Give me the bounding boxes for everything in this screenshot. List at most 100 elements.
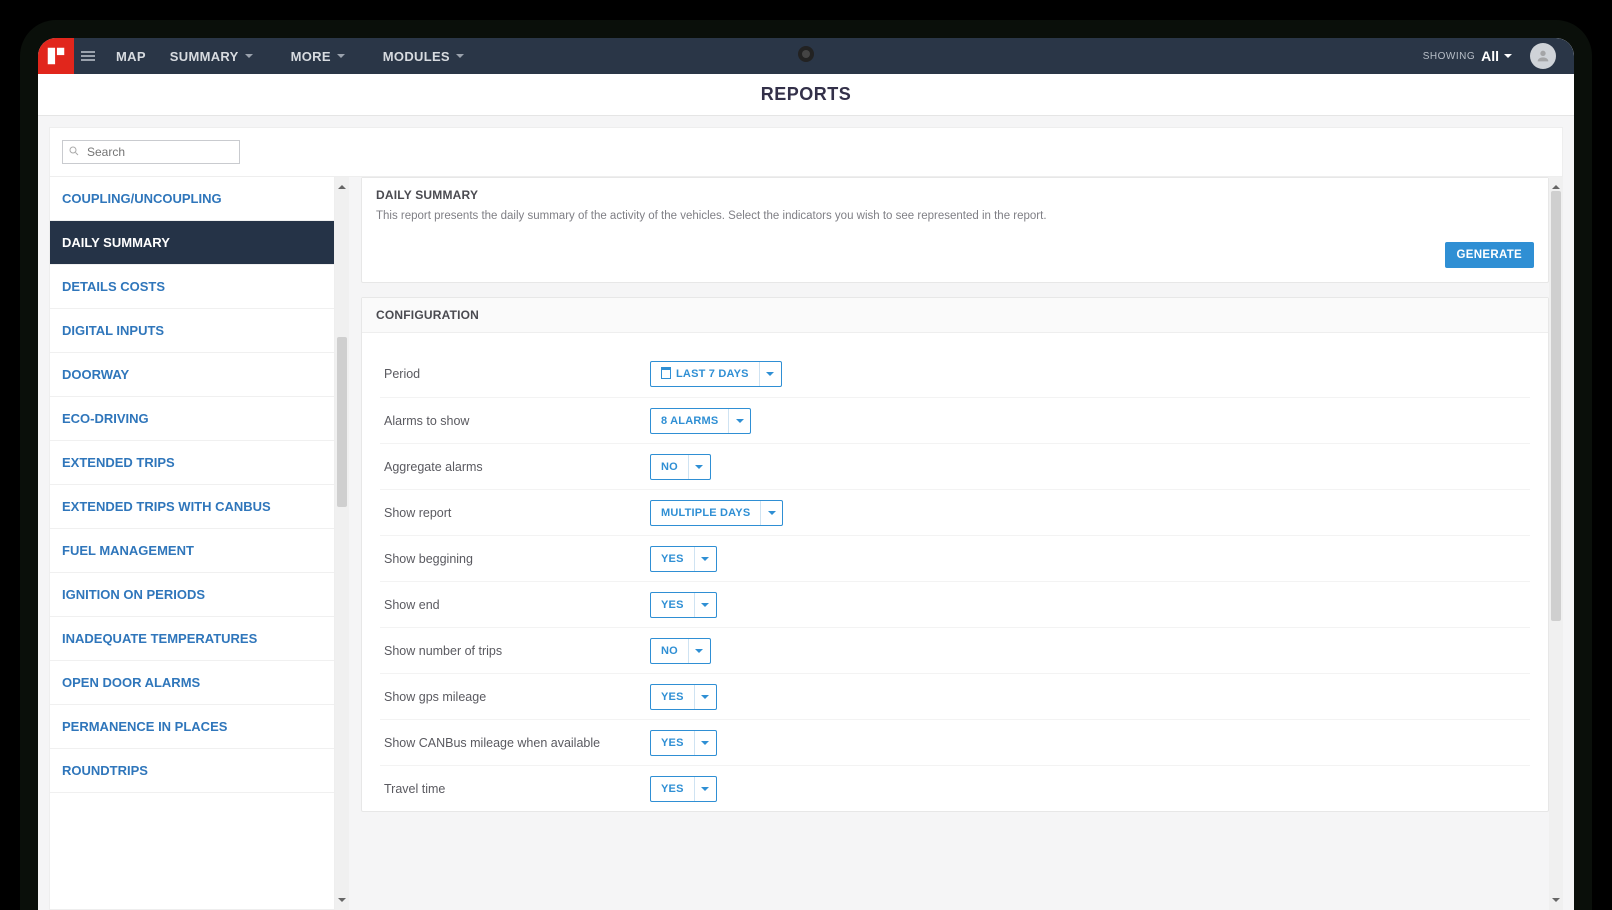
search-box (62, 140, 240, 164)
chevron-down-icon (688, 455, 710, 479)
sidebar-item[interactable]: EXTENDED TRIPS WITH CANBUS (50, 485, 334, 529)
device-camera (798, 46, 814, 62)
scroll-down-icon (1552, 898, 1560, 906)
user-avatar[interactable] (1530, 43, 1556, 69)
config-dropdown[interactable]: NO (650, 638, 711, 664)
showing-value: All (1481, 48, 1499, 64)
config-label: Travel time (380, 782, 650, 796)
sidebar-item[interactable]: IGNITION ON PERIODS (50, 573, 334, 617)
chevron-down-icon (694, 593, 716, 617)
sidebar-item[interactable]: DIGITAL INPUTS (50, 309, 334, 353)
config-label: Show report (380, 506, 650, 520)
dropdown-value: MULTIPLE DAYS (651, 507, 760, 519)
config-label: Period (380, 367, 650, 381)
nav-summary-label: SUMMARY (170, 49, 239, 64)
sidebar-item[interactable]: COUPLING/UNCOUPLING (50, 177, 334, 221)
scrollbar-thumb[interactable] (1551, 191, 1561, 621)
chevron-down-icon (245, 54, 253, 62)
config-dropdown[interactable]: YES (650, 592, 717, 618)
config-dropdown[interactable]: NO (650, 454, 711, 480)
scroll-down-icon (338, 898, 346, 906)
config-label: Show beggining (380, 552, 650, 566)
dropdown-value: YES (651, 737, 694, 749)
summary-title: DAILY SUMMARY (376, 188, 1534, 202)
dropdown-value: NO (651, 461, 688, 473)
config-dropdown[interactable]: YES (650, 776, 717, 802)
search-icon (68, 145, 80, 157)
chevron-down-icon (694, 731, 716, 755)
hamburger-icon (81, 55, 95, 57)
nav-summary[interactable]: SUMMARY (170, 49, 253, 64)
showing-label: SHOWING (1423, 51, 1475, 62)
config-label: Show number of trips (380, 644, 650, 658)
main-scrollbar[interactable] (1549, 177, 1563, 910)
configuration-title: CONFIGURATION (376, 308, 1534, 322)
dropdown-value: LAST 7 DAYS (651, 368, 759, 380)
sidebar-scrollbar[interactable] (335, 177, 349, 910)
generate-button[interactable]: GENERATE (1445, 242, 1534, 268)
config-dropdown[interactable]: MULTIPLE DAYS (650, 500, 783, 526)
config-label: Show CANBus mileage when available (380, 736, 650, 750)
calendar-icon (661, 369, 671, 379)
sidebar-item[interactable]: DAILY SUMMARY (50, 221, 334, 265)
config-row: Aggregate alarmsNO (380, 443, 1530, 489)
config-dropdown[interactable]: YES (650, 684, 717, 710)
sidebar-item[interactable]: ECO-DRIVING (50, 397, 334, 441)
scroll-up-icon (1552, 181, 1560, 189)
chevron-down-icon (759, 362, 781, 386)
dropdown-value: YES (651, 783, 694, 795)
config-row: Travel timeYES (380, 765, 1530, 811)
config-dropdown[interactable]: YES (650, 730, 717, 756)
chevron-down-icon (456, 54, 464, 62)
nav-modules[interactable]: MODULES (383, 49, 464, 64)
showing-filter[interactable]: All (1481, 48, 1512, 64)
summary-description: This report presents the daily summary o… (362, 204, 1548, 232)
sidebar-item[interactable]: FUEL MANAGEMENT (50, 529, 334, 573)
config-row: Alarms to show8 ALARMS (380, 397, 1530, 443)
nav-more[interactable]: MORE (291, 49, 345, 64)
chevron-down-icon (694, 777, 716, 801)
config-dropdown[interactable]: 8 ALARMS (650, 408, 751, 434)
chevron-down-icon (760, 501, 782, 525)
dropdown-value: 8 ALARMS (651, 415, 728, 427)
sidebar-item[interactable]: EXTENDED TRIPS (50, 441, 334, 485)
config-dropdown[interactable]: YES (650, 546, 717, 572)
config-label: Aggregate alarms (380, 460, 650, 474)
sidebar-item[interactable]: DETAILS COSTS (50, 265, 334, 309)
config-label: Show end (380, 598, 650, 612)
chevron-down-icon (688, 639, 710, 663)
scrollbar-thumb[interactable] (337, 337, 347, 507)
dropdown-value: NO (651, 645, 688, 657)
chevron-down-icon (694, 547, 716, 571)
menu-toggle[interactable] (74, 38, 102, 74)
nav-map[interactable]: MAP (116, 49, 146, 64)
sidebar-item[interactable]: ROUNDTRIPS (50, 749, 334, 793)
chevron-down-icon (728, 409, 750, 433)
sidebar-item[interactable]: DOORWAY (50, 353, 334, 397)
brand-logo[interactable] (38, 38, 74, 74)
sidebar-item[interactable]: INADEQUATE TEMPERATURES (50, 617, 334, 661)
config-dropdown[interactable]: LAST 7 DAYS (650, 361, 782, 387)
scroll-up-icon (338, 181, 346, 189)
dropdown-value: YES (651, 599, 694, 611)
nav-more-label: MORE (291, 49, 331, 64)
page-heading: REPORTS (38, 74, 1574, 116)
chevron-down-icon (694, 685, 716, 709)
config-row: Show CANBus mileage when availableYES (380, 719, 1530, 765)
dropdown-value: YES (651, 553, 694, 565)
nav-modules-label: MODULES (383, 49, 450, 64)
search-input[interactable] (62, 140, 240, 164)
config-row: Show endYES (380, 581, 1530, 627)
sidebar-item[interactable]: PERMANENCE IN PLACES (50, 705, 334, 749)
chevron-down-icon (337, 54, 345, 62)
dropdown-value: YES (651, 691, 694, 703)
search-row (49, 127, 1563, 177)
sidebar-item[interactable]: OPEN DOOR ALARMS (50, 661, 334, 705)
summary-panel: DAILY SUMMARY This report presents the d… (361, 177, 1549, 283)
config-label: Alarms to show (380, 414, 650, 428)
config-label: Show gps mileage (380, 690, 650, 704)
user-icon (1535, 48, 1551, 64)
report-sidebar: COUPLING/UNCOUPLINGDAILY SUMMARYDETAILS … (49, 177, 335, 910)
config-row: PeriodLAST 7 DAYS (380, 351, 1530, 397)
configuration-panel: CONFIGURATION PeriodLAST 7 DAYSAlarms to… (361, 297, 1549, 812)
